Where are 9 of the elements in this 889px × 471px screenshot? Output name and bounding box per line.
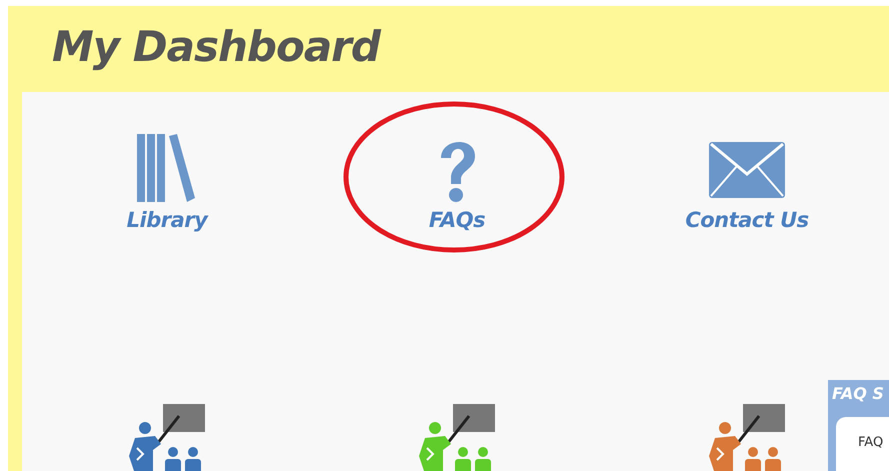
contact-link[interactable]: Contact Us [685, 208, 809, 232]
teacher-icon[interactable] [707, 404, 787, 471]
faq-link[interactable]: FAQs [428, 208, 486, 232]
dashboard-title: My Dashboard [51, 21, 382, 73]
teacher-icon[interactable] [127, 404, 207, 471]
library-link[interactable]: Library [126, 208, 208, 232]
panel-title: FAQ S [831, 383, 885, 405]
teacher-icon[interactable] [417, 404, 497, 471]
panel-text: FAQ [858, 435, 884, 450]
